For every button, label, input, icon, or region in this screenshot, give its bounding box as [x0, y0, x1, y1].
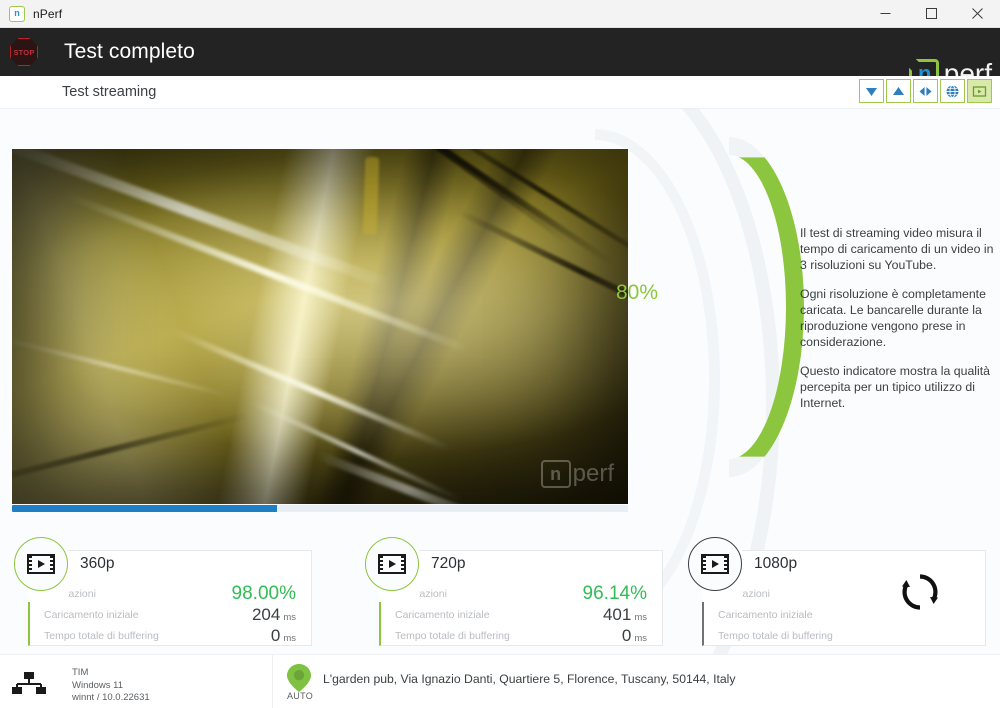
- value-performance: 96.14%: [582, 582, 647, 604]
- label-initial-load: Caricamento iniziale: [395, 608, 490, 621]
- label-initial-load: Caricamento iniziale: [718, 608, 813, 621]
- geo-mode-label: AUTO: [286, 691, 314, 701]
- row-initial-load: Caricamento iniziale 204 ms: [44, 604, 296, 625]
- location-pin-icon[interactable]: [286, 663, 312, 693]
- resolution-results: 360p Prestazioni 98.00% Caricamento iniz…: [0, 534, 1000, 646]
- upload-tab[interactable]: [886, 79, 911, 103]
- latency-tab[interactable]: [913, 79, 938, 103]
- row-initial-load: Caricamento iniziale 401 ms: [395, 604, 647, 625]
- card-360p-title: 360p: [80, 555, 115, 572]
- window-title: nPerf: [33, 6, 63, 21]
- watermark-letter: n: [550, 464, 562, 484]
- app-icon-letter: n: [14, 8, 20, 18]
- row-buffering: Tempo totale di buffering: [718, 625, 970, 646]
- value-initial-load: 204: [251, 604, 281, 624]
- page-title: Test completo: [64, 40, 195, 63]
- quality-gauge: 80%: [616, 129, 820, 489]
- unit-buffering: ms: [634, 632, 647, 644]
- card-1080p-title: 1080p: [754, 555, 798, 572]
- nperf-window: n nPerf STOP Test completo n perf Test s…: [0, 0, 1000, 708]
- window-titlebar: n nPerf: [0, 0, 1000, 28]
- ethernet-network-icon: [12, 672, 46, 694]
- video-player[interactable]: n perf: [12, 149, 628, 504]
- stop-octagon-icon: STOP: [10, 38, 38, 66]
- test-section-title: Test streaming: [62, 84, 157, 100]
- loading-spinner-icon: [900, 572, 940, 612]
- value-initial-load: 401: [602, 604, 632, 624]
- unit-buffering: ms: [283, 632, 296, 644]
- unit-initial-load: ms: [634, 611, 647, 623]
- download-tab[interactable]: [859, 79, 884, 103]
- card-720p-title: 720p: [431, 555, 466, 572]
- test-description: Il test di streaming video misura il tem…: [800, 225, 996, 411]
- gauge-value-arc: [729, 157, 804, 457]
- film-play-icon: [14, 537, 68, 591]
- close-icon[interactable]: [954, 0, 1000, 27]
- value-buffering: 0: [270, 625, 281, 645]
- value-performance: 98.00%: [231, 582, 296, 604]
- maximize-icon[interactable]: [908, 0, 954, 27]
- window-controls: [862, 0, 1000, 27]
- os-name: Windows 11: [72, 679, 124, 691]
- card-720p-rows: Prestazioni 96.14% Caricamento iniziale …: [395, 583, 647, 646]
- network-operator: TIM: [72, 667, 89, 678]
- nperf-app-icon: n: [9, 5, 25, 22]
- card-1080p[interactable]: 1080p Prestazioni Caricamento iniziale T…: [688, 537, 986, 646]
- app-header: STOP Test completo n perf v1.12.3: [0, 28, 1000, 103]
- description-paragraph-2: Ogni risoluzione è completamente caricat…: [800, 287, 986, 349]
- browsing-tab[interactable]: [940, 79, 965, 103]
- label-buffering: Tempo totale di buffering: [718, 629, 833, 642]
- video-progress-fill: [12, 505, 277, 512]
- stop-label: STOP: [13, 47, 35, 57]
- row-performance: Prestazioni 98.00%: [44, 583, 296, 604]
- card-360p[interactable]: 360p Prestazioni 98.00% Caricamento iniz…: [14, 537, 312, 646]
- status-footer: TIM Windows 11 winnt / 10.0.22631 AUTO L…: [0, 654, 1000, 708]
- unit-initial-load: ms: [283, 611, 296, 623]
- gauge-value-label: 80%: [615, 281, 659, 304]
- description-paragraph-1: Il test di streaming video misura il tem…: [800, 226, 994, 272]
- streaming-tab[interactable]: [967, 79, 992, 103]
- watermark-word: perf: [572, 460, 614, 487]
- label-initial-load: Caricamento iniziale: [44, 608, 139, 621]
- main-content: n perf 80% Il test di streaming video mi…: [0, 109, 1000, 654]
- footer-divider: [272, 655, 273, 708]
- label-buffering: Tempo totale di buffering: [395, 629, 510, 642]
- label-buffering: Tempo totale di buffering: [44, 629, 159, 642]
- system-info: TIM Windows 11 winnt / 10.0.22631: [72, 667, 150, 705]
- os-build: winnt / 10.0.22631: [72, 692, 150, 703]
- video-progress-bar[interactable]: [12, 505, 628, 512]
- location-address: L'garden pub, Via Ignazio Danti, Quartie…: [323, 672, 736, 686]
- card-720p[interactable]: 720p Prestazioni 96.14% Caricamento iniz…: [365, 537, 663, 646]
- minimize-icon[interactable]: [862, 0, 908, 27]
- film-play-icon: [365, 537, 419, 591]
- test-type-tabs: [857, 79, 992, 103]
- film-play-icon: [688, 537, 742, 591]
- card-360p-rows: Prestazioni 98.00% Caricamento iniziale …: [44, 583, 296, 646]
- description-paragraph-3: Questo indicatore mostra la qualità perc…: [800, 364, 991, 410]
- video-nperf-watermark: n perf: [540, 460, 614, 488]
- stop-button[interactable]: STOP: [8, 36, 40, 68]
- row-buffering: Tempo totale di buffering 0 ms: [395, 625, 647, 646]
- row-buffering: Tempo totale di buffering 0 ms: [44, 625, 296, 646]
- row-performance: Prestazioni 96.14%: [395, 583, 647, 604]
- value-buffering: 0: [621, 625, 632, 645]
- subheader: Test streaming: [0, 76, 1000, 109]
